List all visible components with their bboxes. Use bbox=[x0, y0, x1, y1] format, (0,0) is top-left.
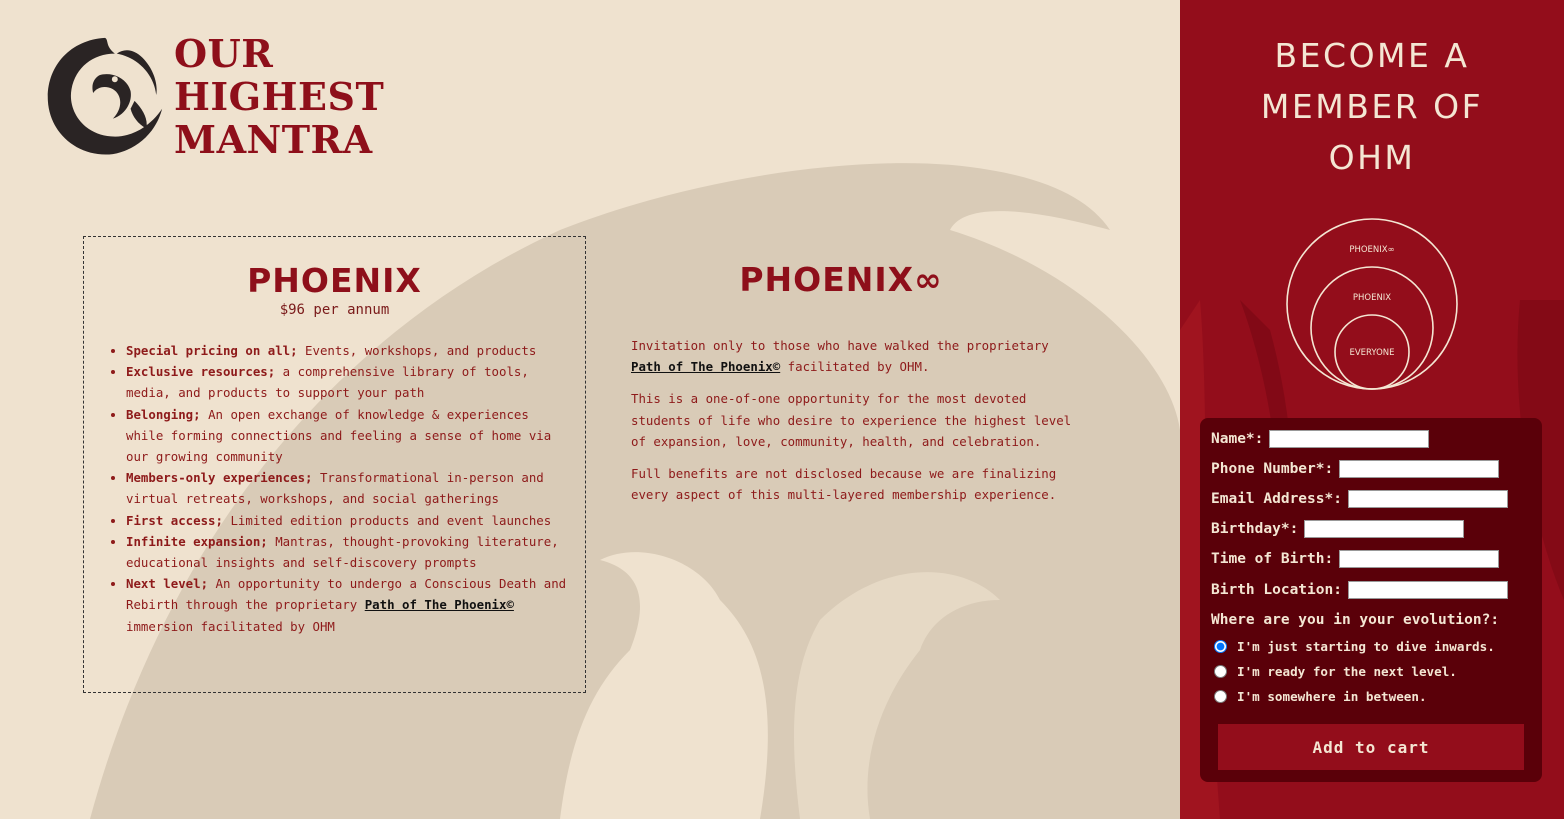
signup-heading: BECOME A MEMBER OF OHM bbox=[1260, 36, 1484, 177]
phoenix-benefits-list: Special pricing on all; Events, workshop… bbox=[84, 340, 585, 637]
birth-location-row: Birth Location: bbox=[1211, 581, 1508, 599]
membership-form: Name*: Phone Number*: Email Address*: Bi… bbox=[1200, 418, 1542, 782]
signup-panel: BECOME A MEMBER OF OHM PHOENIX∞ PHOENIX … bbox=[1180, 0, 1564, 819]
evolution-option-2[interactable]: I'm ready for the next level. bbox=[1214, 664, 1457, 679]
time-of-birth-row: Time of Birth: bbox=[1211, 550, 1500, 568]
email-input[interactable] bbox=[1347, 490, 1508, 508]
evolution-radio-3[interactable] bbox=[1214, 690, 1227, 703]
phoenix-infinity-intro: Invitation only to those who have walked… bbox=[631, 338, 1049, 375]
birthday-label: Birthday*: bbox=[1211, 521, 1299, 537]
benefit-item: Special pricing on all; Events, workshop… bbox=[126, 340, 569, 361]
phone-row: Phone Number*: bbox=[1211, 460, 1500, 478]
phoenix-title: PHOENIX bbox=[247, 261, 422, 300]
birthday-input[interactable] bbox=[1304, 520, 1465, 538]
benefit-item: Next level; An opportunity to undergo a … bbox=[126, 573, 569, 637]
membership-tiers-diagram: PHOENIX∞ PHOENIX EVERYONE bbox=[1286, 218, 1458, 390]
email-label: Email Address*: bbox=[1211, 491, 1342, 507]
logo-wordmark: OUR HIGHEST MANTRA bbox=[174, 32, 384, 161]
birth-location-input[interactable] bbox=[1347, 581, 1508, 599]
phone-label: Phone Number*: bbox=[1211, 461, 1334, 477]
add-to-cart-button[interactable]: Add to cart bbox=[1218, 724, 1524, 770]
benefit-item: Exclusive resources; a comprehensive lib… bbox=[126, 361, 569, 403]
birth-location-label: Birth Location: bbox=[1211, 582, 1342, 598]
phoenix-infinity-description: This is a one-of-one opportunity for the… bbox=[631, 391, 1072, 449]
name-input[interactable] bbox=[1269, 430, 1430, 448]
phoenix-infinity-section: PHOENIX∞ Invitation only to those who ha… bbox=[631, 236, 1081, 516]
name-label: Name*: bbox=[1211, 431, 1264, 447]
path-of-the-phoenix-link[interactable]: Path of The Phoenix© bbox=[365, 597, 514, 612]
phoenix-tier-card: PHOENIX $96 per annum Special pricing on… bbox=[83, 236, 586, 693]
phoenix-infinity-note: Full benefits are not disclosed because … bbox=[631, 466, 1057, 503]
evolution-radio-1[interactable] bbox=[1214, 640, 1227, 653]
evolution-radio-2[interactable] bbox=[1214, 665, 1227, 678]
evolution-option-1[interactable]: I'm just starting to dive inwards. bbox=[1214, 639, 1495, 654]
logo-line-2: HIGHEST bbox=[174, 73, 385, 119]
phoenix-price: $96 per annum bbox=[279, 302, 390, 318]
logo-line-1: OUR bbox=[174, 30, 274, 76]
ohm-logo[interactable]: OUR HIGHEST MANTRA bbox=[40, 30, 384, 162]
time-of-birth-input[interactable] bbox=[1339, 550, 1500, 568]
logo-line-3: MANTRA bbox=[174, 116, 373, 162]
phone-input[interactable] bbox=[1339, 460, 1500, 478]
diagram-label-phoenix-infinity: PHOENIX∞ bbox=[1349, 245, 1394, 255]
evolution-option-3[interactable]: I'm somewhere in between. bbox=[1214, 689, 1427, 704]
email-row: Email Address*: bbox=[1211, 490, 1508, 508]
name-row: Name*: bbox=[1211, 430, 1430, 448]
benefit-item: Belonging; An open exchange of knowledge… bbox=[126, 404, 569, 468]
phoenix-logo-icon bbox=[47, 37, 163, 155]
time-of-birth-label: Time of Birth: bbox=[1211, 551, 1334, 567]
birthday-row: Birthday*: bbox=[1211, 520, 1465, 538]
benefit-item: Members-only experiences; Transformation… bbox=[126, 467, 569, 509]
path-of-the-phoenix-link[interactable]: Path of The Phoenix© bbox=[631, 359, 780, 374]
phoenix-infinity-title: PHOENIX∞ bbox=[739, 260, 943, 299]
benefit-item: Infinite expansion; Mantras, thought-pro… bbox=[126, 531, 569, 573]
diagram-label-phoenix: PHOENIX bbox=[1353, 293, 1391, 303]
benefit-item: First access; Limited edition products a… bbox=[126, 510, 569, 531]
evolution-label: Where are you in your evolution?: bbox=[1211, 612, 1500, 628]
diagram-label-everyone: EVERYONE bbox=[1349, 348, 1394, 358]
